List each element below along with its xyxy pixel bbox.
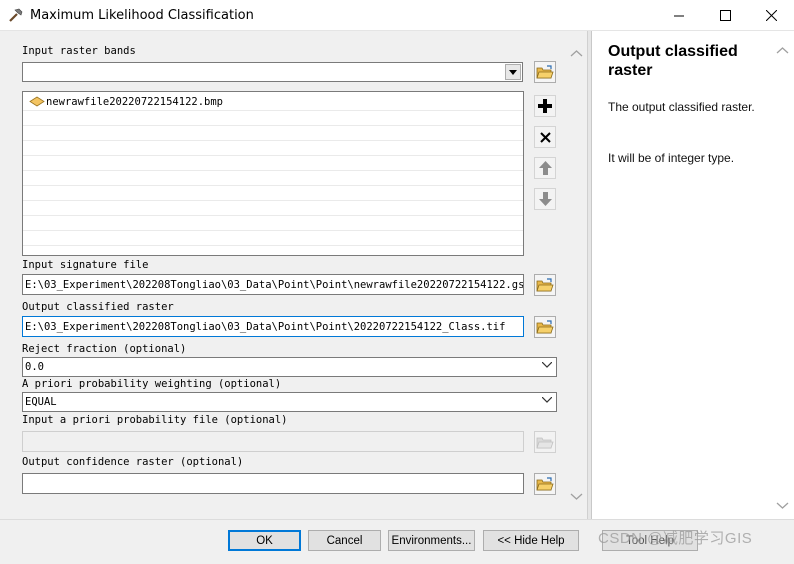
empty-row bbox=[23, 201, 523, 216]
maximize-icon bbox=[719, 10, 731, 21]
ok-button[interactable]: OK bbox=[228, 530, 301, 551]
help-title: Output classified raster bbox=[608, 43, 738, 79]
open-folder-icon bbox=[536, 277, 554, 291]
add-button[interactable] bbox=[534, 95, 556, 117]
environments-button[interactable]: Environments... bbox=[388, 530, 475, 551]
reject-fraction-combo[interactable]: 0.0 bbox=[22, 357, 557, 377]
open-folder-icon bbox=[536, 319, 554, 333]
window-title: Maximum Likelihood Classification bbox=[30, 8, 254, 23]
plus-icon bbox=[538, 99, 552, 113]
browse-raster-bands-button[interactable] bbox=[534, 61, 556, 83]
watermark: CSDN @减肥学习GIS bbox=[598, 530, 753, 547]
arrow-down-icon bbox=[538, 192, 552, 206]
minimize-icon bbox=[674, 15, 684, 16]
scroll-up-icon bbox=[570, 50, 583, 57]
empty-row bbox=[23, 126, 523, 141]
input-raster-bands-combo[interactable] bbox=[22, 62, 523, 82]
help-scrollbar[interactable] bbox=[774, 43, 791, 513]
output-confidence-label: Output confidence raster (optional) bbox=[22, 456, 244, 468]
dropdown-button[interactable] bbox=[505, 64, 521, 80]
remove-button[interactable] bbox=[534, 126, 556, 148]
browse-confidence-button[interactable] bbox=[534, 473, 556, 495]
browse-signature-file-button[interactable] bbox=[534, 274, 556, 296]
scroll-down-icon bbox=[570, 493, 583, 500]
hide-help-button[interactable]: << Hide Help bbox=[483, 530, 579, 551]
empty-row bbox=[23, 141, 523, 156]
list-item[interactable]: newrawfile20220722154122.bmp bbox=[23, 92, 523, 111]
a-priori-weighting-combo[interactable]: EQUAL bbox=[22, 392, 557, 412]
title-bar: Maximum Likelihood Classification bbox=[0, 0, 794, 31]
move-down-button[interactable] bbox=[534, 188, 556, 210]
a-priori-weighting-label: A priori probability weighting (optional… bbox=[22, 378, 282, 390]
raster-list[interactable]: newrawfile20220722154122.bmp bbox=[22, 91, 524, 256]
empty-row bbox=[23, 111, 523, 126]
empty-row bbox=[23, 231, 523, 246]
a-priori-file-label: Input a priori probability file (optiona… bbox=[22, 414, 288, 426]
input-signature-file-field[interactable]: E:\03_Experiment\202208Tongliao\03_Data\… bbox=[22, 274, 524, 295]
browse-a-priori-file-button[interactable] bbox=[534, 431, 556, 453]
chevron-down-icon bbox=[542, 397, 552, 403]
list-item-label: newrawfile20220722154122.bmp bbox=[46, 96, 224, 108]
raster-layer-icon bbox=[29, 96, 45, 110]
triangle-down-icon bbox=[509, 69, 517, 75]
output-classified-raster-label: Output classified raster bbox=[22, 301, 174, 313]
cancel-button[interactable]: Cancel bbox=[308, 530, 381, 551]
scroll-up-icon bbox=[776, 47, 789, 54]
arrow-up-icon bbox=[538, 161, 552, 175]
hammer-icon bbox=[8, 7, 24, 23]
close-button[interactable] bbox=[748, 0, 794, 31]
output-classified-raster-field[interactable]: E:\03_Experiment\202208Tongliao\03_Data\… bbox=[22, 316, 524, 337]
empty-row bbox=[23, 216, 523, 231]
browse-output-raster-button[interactable] bbox=[534, 316, 556, 338]
empty-row bbox=[23, 186, 523, 201]
close-icon bbox=[765, 10, 777, 21]
maximize-button[interactable] bbox=[702, 0, 748, 31]
open-folder-icon bbox=[536, 64, 554, 78]
reject-fraction-label: Reject fraction (optional) bbox=[22, 343, 187, 355]
empty-row bbox=[23, 156, 523, 171]
open-folder-icon bbox=[536, 437, 554, 448]
form-scrollbar[interactable] bbox=[568, 44, 585, 506]
help-panel: Output classified raster The output clas… bbox=[591, 31, 794, 519]
input-raster-bands-label: Input raster bands bbox=[22, 45, 136, 57]
open-folder-icon bbox=[536, 476, 554, 490]
minimize-button[interactable] bbox=[656, 0, 702, 31]
help-paragraph: The output classified raster. bbox=[608, 100, 755, 114]
button-bar-divider bbox=[0, 519, 794, 520]
scroll-down-icon bbox=[776, 502, 789, 509]
a-priori-file-field[interactable] bbox=[22, 431, 524, 452]
output-confidence-field[interactable] bbox=[22, 473, 524, 494]
input-signature-file-label: Input signature file bbox=[22, 259, 149, 271]
chevron-down-icon bbox=[542, 362, 552, 368]
help-paragraph: It will be of integer type. bbox=[608, 151, 735, 165]
x-icon bbox=[539, 131, 551, 143]
empty-row bbox=[23, 171, 523, 186]
move-up-button[interactable] bbox=[534, 157, 556, 179]
